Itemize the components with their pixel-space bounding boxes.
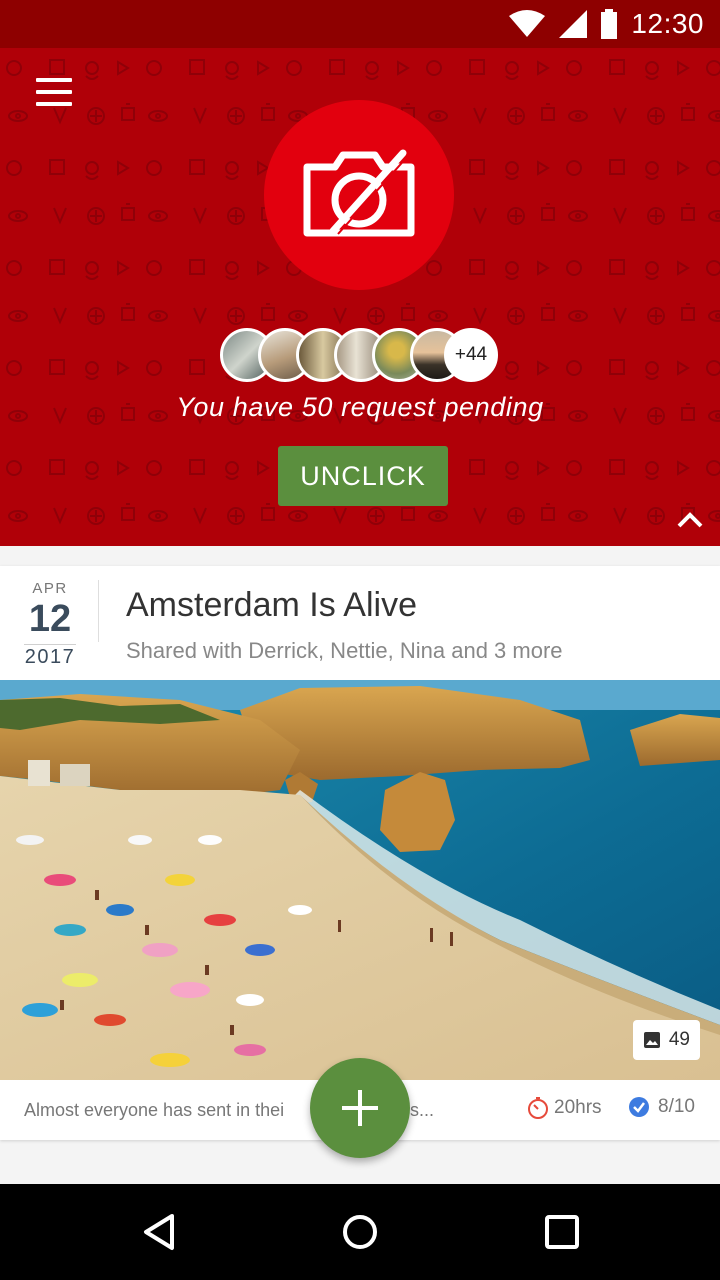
status-message: Almost everyone has sent in thei <box>24 1100 285 1120</box>
plus-icon <box>342 1090 378 1126</box>
image-icon <box>643 1032 660 1048</box>
requests-header: +44 You have 50 request pending UNCLICK <box>0 48 720 546</box>
battery-icon <box>601 9 618 39</box>
recents-button[interactable] <box>532 1202 592 1262</box>
recents-square-icon <box>545 1215 579 1249</box>
home-button[interactable] <box>330 1202 390 1262</box>
avatar-stack[interactable]: +44 <box>220 328 520 382</box>
back-button[interactable] <box>130 1202 190 1262</box>
signal-icon <box>559 10 588 38</box>
time-remaining-value: 20hrs <box>554 1097 602 1118</box>
date-divider <box>98 580 99 642</box>
chevron-up-icon <box>677 512 703 528</box>
back-triangle-icon <box>144 1214 174 1250</box>
app-logo <box>264 100 454 290</box>
submission-progress: 8/10 <box>628 1096 695 1118</box>
date-rule <box>24 644 76 645</box>
home-circle-icon <box>343 1215 377 1249</box>
timer-icon <box>528 1097 548 1119</box>
time-remaining: 20hrs <box>526 1096 602 1120</box>
menu-icon-bar <box>36 78 72 82</box>
verified-check-icon <box>629 1097 649 1117</box>
pending-requests-text: You have 50 request pending <box>176 392 544 422</box>
clock: 12:30 <box>631 8 704 39</box>
submission-progress-value: 8/10 <box>658 1096 695 1117</box>
album-shared-with: Shared with Derrick, Nettie, Nina and 3 … <box>126 638 563 663</box>
album-cover-photo[interactable]: 49 <box>0 680 720 1080</box>
menu-icon-bar <box>36 90 72 94</box>
beach-photo <box>0 680 720 1080</box>
avatar-overflow-count: +44 <box>444 328 498 382</box>
wifi-icon <box>509 10 546 37</box>
collapse-button[interactable] <box>672 502 708 538</box>
photo-count-badge: 49 <box>632 1020 700 1060</box>
date-day: 12 <box>28 598 72 640</box>
album-title[interactable]: Amsterdam Is Alive <box>126 586 417 625</box>
menu-button[interactable] <box>30 72 78 112</box>
status-message-tail: s... <box>410 1100 435 1120</box>
add-button[interactable] <box>310 1058 410 1158</box>
unclick-button[interactable]: UNCLICK <box>278 446 448 506</box>
menu-icon-bar <box>36 102 72 106</box>
system-nav-bar <box>0 1184 720 1280</box>
date-month: APR <box>32 580 68 597</box>
date-year: 2017 <box>24 646 76 668</box>
app-screen: 12:30 +44 You have 50 request pending UN… <box>0 0 720 1280</box>
status-bar: 12:30 <box>0 0 720 48</box>
album-card[interactable]: APR 12 2017 Amsterdam Is Alive Shared wi… <box>0 566 720 1140</box>
camera-off-icon <box>303 149 415 237</box>
photo-count: 49 <box>668 1029 690 1050</box>
